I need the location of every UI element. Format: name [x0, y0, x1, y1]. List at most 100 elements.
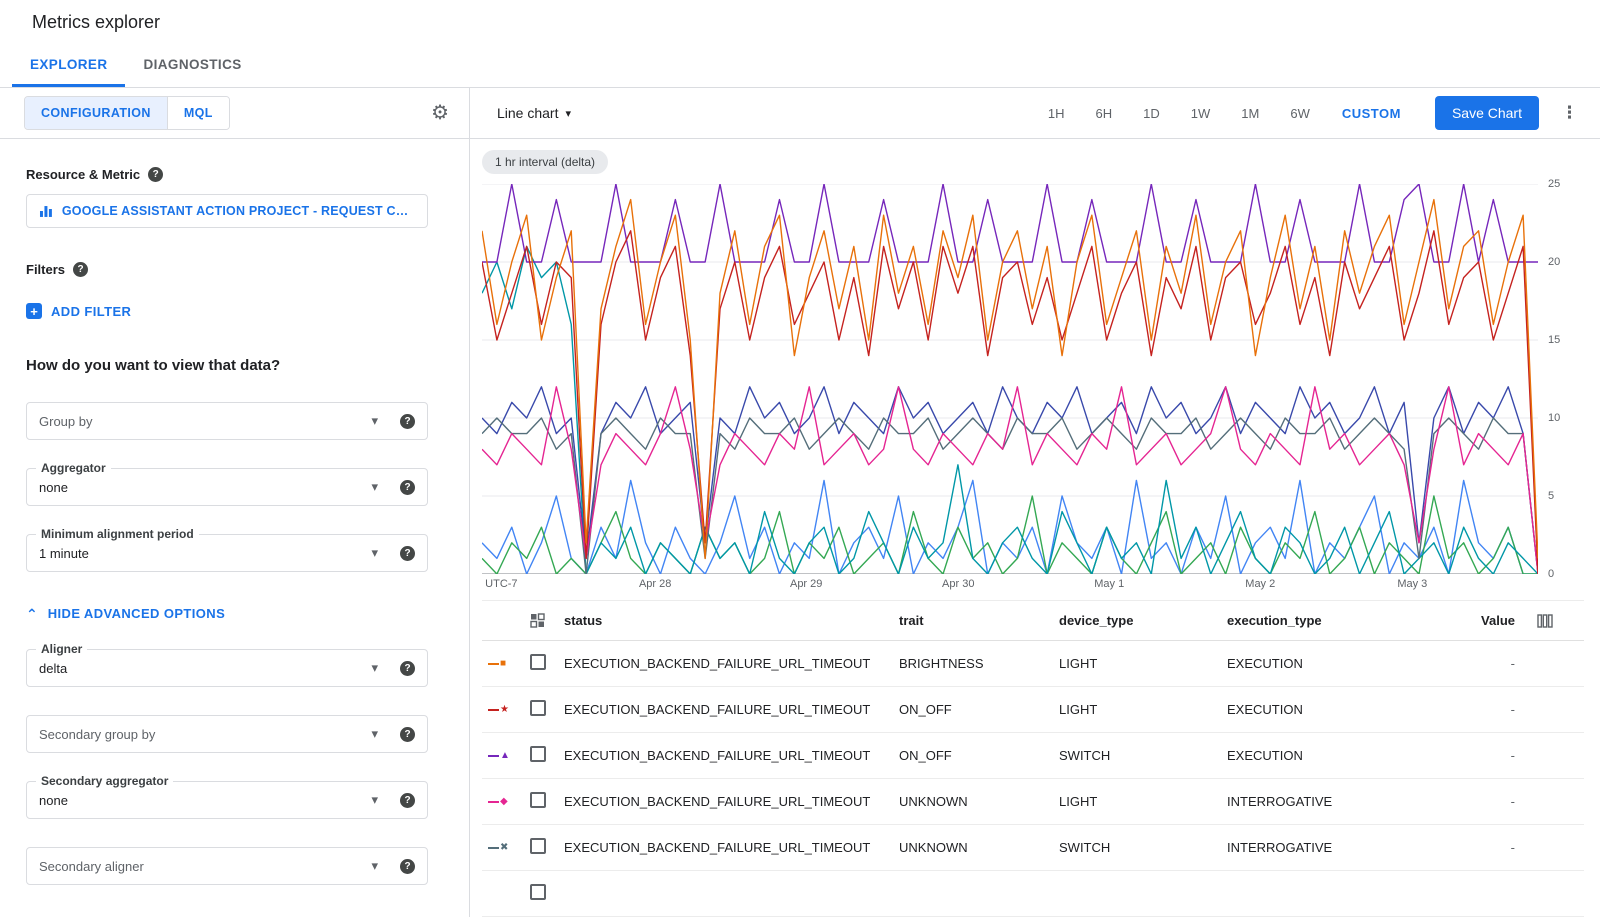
- configuration-toggle[interactable]: CONFIGURATION: [25, 97, 167, 129]
- panel-subheader: CONFIGURATION MQL ⚙: [0, 88, 469, 139]
- tab-diagnostics[interactable]: DIAGNOSTICS: [125, 44, 259, 87]
- device-type-cell: LIGHT: [1059, 702, 1227, 717]
- table-row[interactable]: [482, 871, 1584, 917]
- x-axis-label: UTC-7: [485, 578, 517, 590]
- chevron-down-icon: ▾: [371, 479, 378, 495]
- chevron-down-icon: ▾: [371, 413, 378, 429]
- add-filter-button[interactable]: + ADD FILTER: [26, 303, 447, 319]
- column-header-status[interactable]: status: [564, 613, 899, 628]
- time-range-custom-button[interactable]: CUSTOM: [1342, 106, 1401, 121]
- x-axis-label: May 2: [1245, 578, 1275, 590]
- y-axis-label: 0: [1548, 568, 1554, 580]
- hide-advanced-options-toggle[interactable]: ⌃ HIDE ADVANCED OPTIONS: [26, 606, 447, 621]
- time-range-1h-button[interactable]: 1H: [1048, 106, 1065, 121]
- device-type-cell: LIGHT: [1059, 656, 1227, 671]
- column-header-execution-type[interactable]: execution_type: [1227, 613, 1467, 628]
- row-checkbox[interactable]: [530, 746, 546, 762]
- aligner-field[interactable]: Aligner delta ▾ ?: [26, 649, 428, 687]
- secondary-group-by-field[interactable]: Secondary group by ▾ ?: [26, 715, 428, 753]
- help-icon[interactable]: ?: [400, 727, 415, 742]
- row-checkbox[interactable]: [530, 654, 546, 670]
- chevron-down-icon: ▾: [371, 792, 378, 808]
- table-row[interactable]: ✖EXECUTION_BACKEND_FAILURE_URL_TIMEOUTUN…: [482, 825, 1584, 871]
- chart-series-line[interactable]: [482, 387, 1538, 574]
- resource-metric-selector[interactable]: GOOGLE ASSISTANT ACTION PROJECT - REQUES…: [26, 194, 428, 228]
- value-cell: -: [1467, 748, 1515, 763]
- x-axis-label: Apr 29: [790, 578, 822, 590]
- aggregator-field[interactable]: Aggregator none ▾ ?: [26, 468, 428, 506]
- chart-series-line[interactable]: [482, 387, 1538, 574]
- help-icon[interactable]: ?: [148, 167, 163, 182]
- column-header-device-type[interactable]: device_type: [1059, 613, 1227, 628]
- page-title: Metrics explorer: [32, 12, 160, 33]
- device-type-cell: SWITCH: [1059, 840, 1227, 855]
- more-options-icon[interactable]: ⋮: [1561, 103, 1578, 123]
- chart-panel: Line chart ▾ 1H 6H 1D 1W 1M 6W CUSTOM Save Ch…: [470, 88, 1600, 917]
- secondary-aggregator-field[interactable]: Secondary aggregator none ▾ ?: [26, 781, 428, 819]
- time-range-1m-button[interactable]: 1M: [1241, 106, 1259, 121]
- settings-gear-icon[interactable]: ⚙: [431, 103, 449, 123]
- save-chart-button[interactable]: Save Chart: [1435, 96, 1539, 130]
- x-axis-label: Apr 30: [942, 578, 974, 590]
- column-header-value[interactable]: Value: [1467, 613, 1515, 628]
- time-range-1w-button[interactable]: 1W: [1191, 106, 1211, 121]
- chart-toolbar: Line chart ▾ 1H 6H 1D 1W 1M 6W CUSTOM Save Ch…: [470, 88, 1600, 139]
- time-range-6h-button[interactable]: 6H: [1096, 106, 1113, 121]
- column-header-trait[interactable]: trait: [899, 613, 1059, 628]
- resource-metric-label: Resource & Metric: [26, 167, 140, 182]
- mql-toggle[interactable]: MQL: [167, 97, 229, 129]
- value-cell: -: [1467, 656, 1515, 671]
- tab-explorer[interactable]: EXPLORER: [12, 44, 125, 87]
- help-icon[interactable]: ?: [400, 793, 415, 808]
- table-row[interactable]: ■EXECUTION_BACKEND_FAILURE_URL_TIMEOUTBR…: [482, 641, 1584, 687]
- series-table-body: ■EXECUTION_BACKEND_FAILURE_URL_TIMEOUTBR…: [482, 641, 1584, 917]
- row-checkbox[interactable]: [530, 792, 546, 808]
- help-icon[interactable]: ?: [400, 859, 415, 874]
- help-icon[interactable]: ?: [400, 661, 415, 676]
- series-table: status trait device_type execution_type …: [482, 600, 1584, 917]
- help-icon[interactable]: ?: [400, 480, 415, 495]
- resource-metric-value: GOOGLE ASSISTANT ACTION PROJECT - REQUES…: [62, 204, 415, 218]
- device-type-cell: SWITCH: [1059, 748, 1227, 763]
- help-icon[interactable]: ?: [400, 414, 415, 429]
- help-icon[interactable]: ?: [73, 262, 88, 277]
- table-header: status trait device_type execution_type …: [482, 601, 1584, 641]
- group-by-field[interactable]: Group by ▾ ?: [26, 402, 428, 440]
- trait-cell: BRIGHTNESS: [899, 656, 1059, 671]
- row-checkbox[interactable]: [530, 884, 546, 900]
- page-header: Metrics explorer: [0, 0, 1600, 44]
- execution-type-cell: EXECUTION: [1227, 656, 1467, 671]
- chevron-down-icon: ▾: [371, 858, 378, 874]
- series-legend-icon: ★: [482, 705, 530, 715]
- chart-series-line[interactable]: [482, 184, 1538, 262]
- row-checkbox[interactable]: [530, 700, 546, 716]
- toggle-all-series-icon[interactable]: [530, 613, 564, 628]
- column-settings-icon[interactable]: [1515, 614, 1584, 628]
- min-alignment-period-field[interactable]: Minimum alignment period 1 minute ▾ ?: [26, 534, 428, 572]
- view-data-heading: How do you want to view that data?: [26, 357, 447, 374]
- table-row[interactable]: ◆EXECUTION_BACKEND_FAILURE_URL_TIMEOUTUN…: [482, 779, 1584, 825]
- chart-series-line[interactable]: [482, 200, 1538, 559]
- chevron-down-icon: ▾: [565, 107, 571, 120]
- chevron-down-icon: ▾: [371, 726, 378, 742]
- help-icon[interactable]: ?: [400, 546, 415, 561]
- y-axis-label: 25: [1548, 178, 1560, 190]
- table-row[interactable]: ★EXECUTION_BACKEND_FAILURE_URL_TIMEOUTON…: [482, 687, 1584, 733]
- series-legend-icon: ▲: [482, 751, 530, 761]
- line-chart[interactable]: 0510152025: [482, 184, 1538, 574]
- status-cell: EXECUTION_BACKEND_FAILURE_URL_TIMEOUT: [564, 656, 899, 671]
- execution-type-cell: EXECUTION: [1227, 748, 1467, 763]
- secondary-aligner-field[interactable]: Secondary aligner ▾ ?: [26, 847, 428, 885]
- x-axis-label: May 1: [1094, 578, 1124, 590]
- x-axis-label: May 3: [1397, 578, 1427, 590]
- trait-cell: ON_OFF: [899, 748, 1059, 763]
- table-row[interactable]: ▲EXECUTION_BACKEND_FAILURE_URL_TIMEOUTON…: [482, 733, 1584, 779]
- time-range-6w-button[interactable]: 6W: [1290, 106, 1310, 121]
- x-axis: UTC-7 Apr 28 Apr 29 Apr 30 May 1 May 2 May 3: [482, 574, 1538, 596]
- series-legend-icon: ◆: [482, 797, 530, 807]
- configuration-form: Resource & Metric ? GOOGLE ASSISTANT ACT…: [0, 139, 469, 885]
- chart-type-dropdown[interactable]: Line chart ▾: [497, 105, 571, 121]
- row-checkbox[interactable]: [530, 838, 546, 854]
- x-axis-label: Apr 28: [639, 578, 671, 590]
- time-range-1d-button[interactable]: 1D: [1143, 106, 1160, 121]
